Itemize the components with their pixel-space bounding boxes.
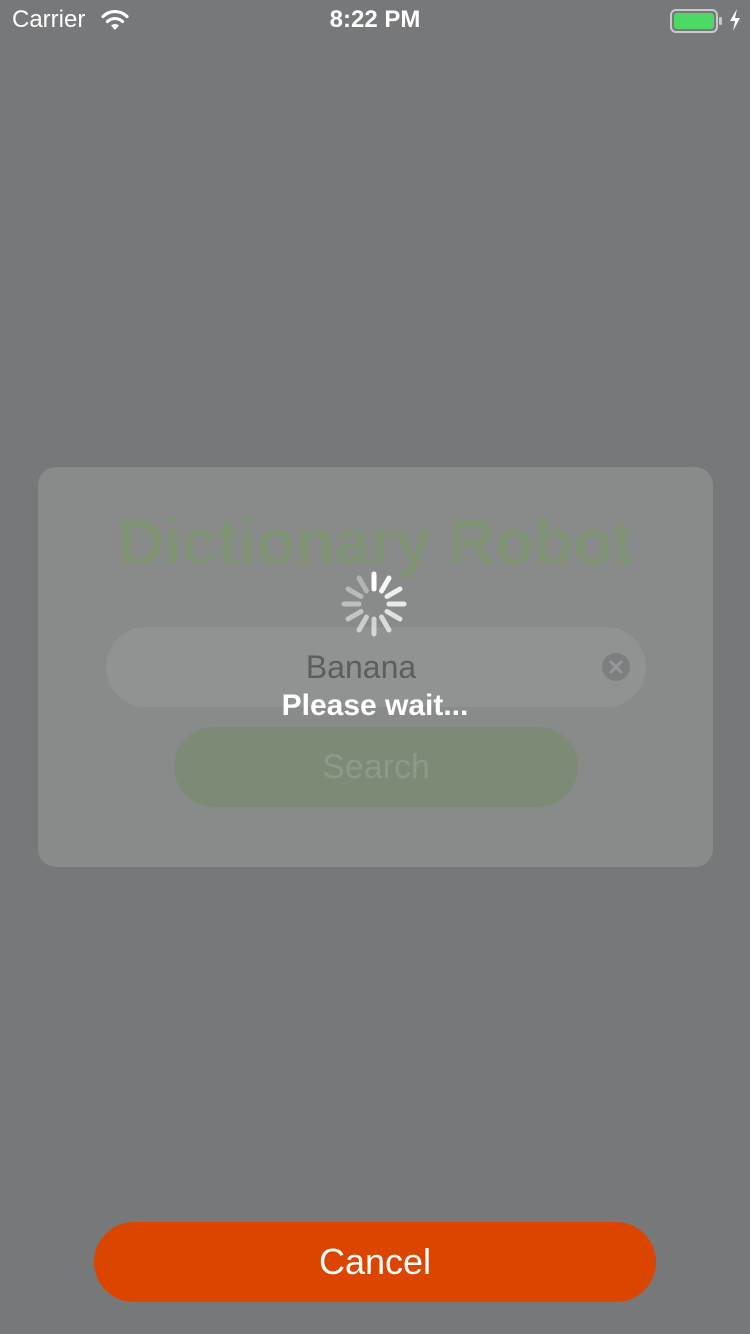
search-button[interactable]: Search xyxy=(174,727,578,807)
clear-circle-icon[interactable] xyxy=(602,653,630,686)
activity-spinner-icon xyxy=(339,569,409,644)
charging-bolt-icon xyxy=(728,8,742,37)
status-time: 8:22 PM xyxy=(329,6,421,33)
app-title: Dictionary Robot xyxy=(117,506,634,578)
status-bar: Carrier 8:22 PM xyxy=(0,0,750,40)
search-card: Dictionary Robot Search xyxy=(38,467,713,867)
cancel-button[interactable]: Cancel xyxy=(94,1222,656,1302)
battery-icon xyxy=(670,9,724,38)
please-wait-label: Please wait... xyxy=(281,689,469,722)
